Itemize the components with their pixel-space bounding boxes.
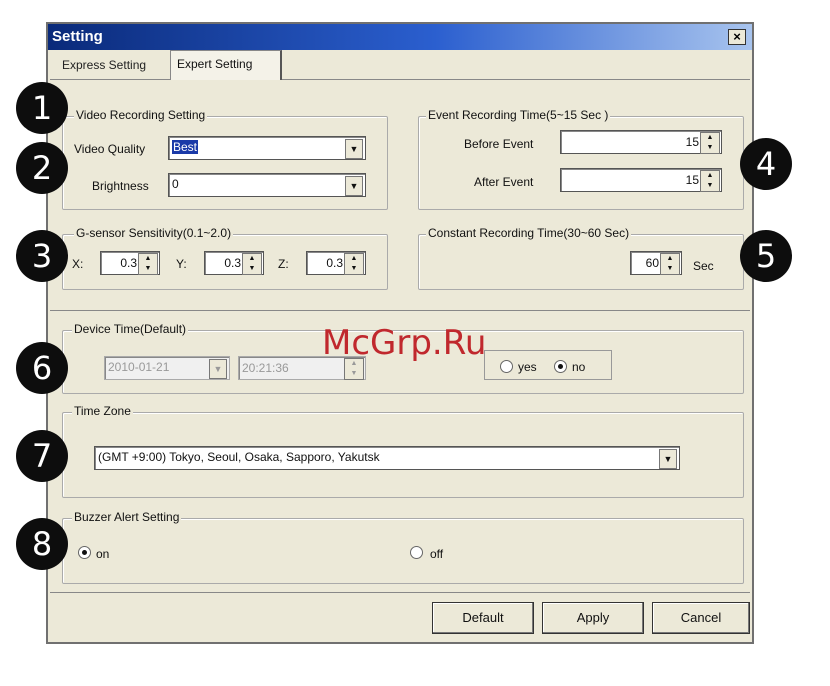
badge-7: 7 <box>16 430 68 482</box>
brightness-label: Brightness <box>92 179 149 193</box>
buzzer-on-label: on <box>96 547 110 561</box>
buzzer-group-label: Buzzer Alert Setting <box>72 510 182 524</box>
window-title: Setting <box>52 28 103 45</box>
gsensor-z-value: 0.3 <box>326 256 343 270</box>
brightness-value: 0 <box>172 177 179 191</box>
tab-expert-setting[interactable]: Expert Setting <box>170 50 282 80</box>
spinner-arrows-icon[interactable]: ▲ ▼ <box>344 253 364 275</box>
device-time-group-label: Device Time(Default) <box>72 322 189 336</box>
constant-recording-group-label: Constant Recording Time(30~60 Sec) <box>426 226 632 240</box>
tab-express-setting[interactable]: Express Setting <box>56 52 168 78</box>
badge-6: 6 <box>16 342 68 394</box>
badge-1: 1 <box>16 82 68 134</box>
device-time-yes-label: yes <box>518 360 537 374</box>
gsensor-z-spinner[interactable]: 0.3 ▲ ▼ <box>306 251 366 275</box>
badge-5: 5 <box>740 230 792 282</box>
footer-divider <box>50 592 750 593</box>
video-quality-value: Best <box>172 140 199 154</box>
default-button[interactable]: Default <box>432 602 534 634</box>
gsensor-x-label: X: <box>72 257 84 271</box>
device-time-no-label: no <box>572 360 586 374</box>
spinner-arrows-icon[interactable]: ▲ ▼ <box>700 132 720 154</box>
device-date-value: 2010-01-21 <box>108 360 170 374</box>
before-event-spinner[interactable]: 15 ▲ ▼ <box>560 130 722 154</box>
gsensor-x-spinner[interactable]: 0.3 ▲ ▼ <box>100 251 160 275</box>
gsensor-x-value: 0.3 <box>120 256 137 270</box>
buzzer-group <box>62 518 744 584</box>
spinner-arrows-icon[interactable]: ▲ ▼ <box>242 253 262 275</box>
buzzer-off-radio[interactable] <box>410 546 423 559</box>
time-zone-value: (GMT +9:00) Tokyo, Seoul, Osaka, Sapporo… <box>98 450 380 464</box>
chevron-down-icon[interactable]: ▼ <box>659 449 677 469</box>
gsensor-y-spinner[interactable]: 0.3 ▲ ▼ <box>204 251 264 275</box>
event-recording-group-label: Event Recording Time(5~15 Sec ) <box>426 108 611 122</box>
gsensor-z-label: Z: <box>278 257 289 271</box>
before-event-label: Before Event <box>464 137 534 151</box>
buzzer-on-radio[interactable] <box>78 546 91 559</box>
badge-4: 4 <box>740 138 792 190</box>
chevron-down-icon[interactable]: ▼ <box>345 176 363 196</box>
chevron-down-icon[interactable]: ▼ <box>345 139 363 159</box>
after-event-value: 15 <box>685 173 699 187</box>
after-event-spinner[interactable]: 15 ▲ ▼ <box>560 168 722 192</box>
title-bar: Setting <box>48 24 752 50</box>
chevron-down-icon[interactable]: ▼ <box>209 359 227 379</box>
buzzer-off-label: off <box>430 547 444 561</box>
gsensor-y-value: 0.3 <box>224 256 241 270</box>
video-recording-group-label: Video Recording Setting <box>74 108 208 122</box>
brightness-select[interactable]: 0 ▼ <box>168 173 366 197</box>
close-icon: × <box>733 29 741 44</box>
time-zone-select[interactable]: (GMT +9:00) Tokyo, Seoul, Osaka, Sapporo… <box>94 446 680 470</box>
gsensor-group-label: G-sensor Sensitivity(0.1~2.0) <box>74 226 234 240</box>
gsensor-y-label: Y: <box>176 257 187 271</box>
video-quality-label: Video Quality <box>74 142 146 156</box>
badge-8: 8 <box>16 518 68 570</box>
close-button[interactable]: × <box>728 29 746 45</box>
badge-2: 2 <box>16 142 68 194</box>
watermark: McGrp.Ru <box>322 323 487 363</box>
device-time-value: 20:21:36 <box>242 361 289 375</box>
spinner-arrows-icon[interactable]: ▲ ▼ <box>660 253 680 275</box>
after-event-label: After Event <box>474 175 534 189</box>
time-zone-group-label: Time Zone <box>72 404 133 418</box>
constant-recording-spinner[interactable]: 60 ▲ ▼ <box>630 251 682 275</box>
apply-button[interactable]: Apply <box>542 602 644 634</box>
cancel-button[interactable]: Cancel <box>652 602 750 634</box>
device-time-no-radio[interactable] <box>554 360 567 373</box>
tab-divider <box>50 79 750 80</box>
constant-recording-value: 60 <box>645 256 659 270</box>
spinner-arrows-icon[interactable]: ▲ ▼ <box>138 253 158 275</box>
section-divider <box>50 310 750 311</box>
device-time-yes-radio[interactable] <box>500 360 513 373</box>
device-date-picker[interactable]: 2010-01-21 ▼ <box>104 356 230 380</box>
video-quality-select[interactable]: Best ▼ <box>168 136 366 160</box>
badge-3: 3 <box>16 230 68 282</box>
before-event-value: 15 <box>685 135 699 149</box>
constant-recording-unit: Sec <box>693 259 714 273</box>
spinner-arrows-icon[interactable]: ▲ ▼ <box>700 170 720 192</box>
